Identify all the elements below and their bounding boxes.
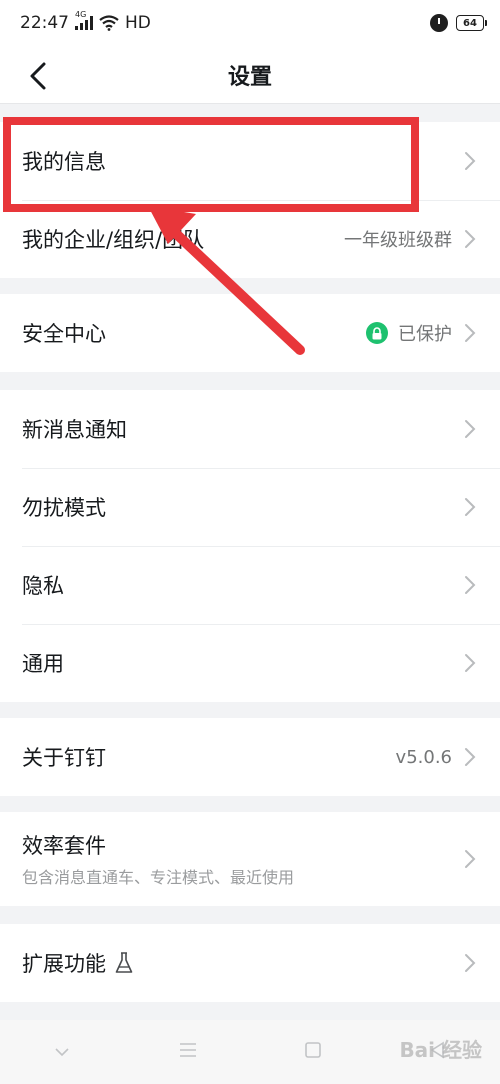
row-label: 扩展功能 — [22, 952, 106, 976]
settings-row-notifications[interactable]: 新消息通知 — [0, 390, 500, 468]
row-label: 关于钉钉 — [22, 746, 106, 770]
back-button[interactable] — [18, 56, 58, 96]
account-group: 我的信息 我的企业/组织/团队 一年级班级群 — [0, 122, 500, 278]
page-title: 设置 — [227, 65, 272, 90]
version-value: v5.0.6 — [395, 746, 452, 768]
settings-row-security-center[interactable]: 安全中心 已保护 — [0, 294, 500, 372]
settings-row-extensions[interactable]: 扩展功能 — [0, 924, 500, 1002]
chevron-right-icon — [462, 849, 478, 869]
extensions-group: 扩展功能 — [0, 924, 500, 1002]
row-label: 新消息通知 — [22, 418, 127, 442]
battery-icon: 64 — [456, 15, 487, 31]
security-status: 已保护 — [398, 324, 452, 345]
chevron-right-icon — [462, 419, 478, 439]
hd-label: HD — [125, 13, 151, 33]
settings-row-privacy[interactable]: 隐私 — [0, 546, 500, 624]
status-bar: 22:47 4G HD 64 — [0, 0, 500, 46]
row-label: 勿扰模式 — [22, 496, 106, 520]
nav-bar: 设置 — [0, 46, 500, 104]
settings-row-about[interactable]: 关于钉钉 v5.0.6 — [0, 718, 500, 796]
row-label: 通用 — [22, 652, 64, 676]
settings-row-my-info[interactable]: 我的信息 — [0, 122, 500, 200]
settings-row-general[interactable]: 通用 — [0, 624, 500, 702]
lock-icon — [366, 322, 388, 344]
chevron-right-icon — [462, 653, 478, 673]
chevron-right-icon — [462, 497, 478, 517]
settings-row-dnd[interactable]: 勿扰模式 — [0, 468, 500, 546]
row-label: 安全中心 — [22, 322, 106, 346]
battery-level: 64 — [463, 17, 477, 29]
chevron-right-icon — [462, 229, 478, 249]
row-label: 我的信息 — [22, 150, 106, 174]
security-group: 安全中心 已保护 — [0, 294, 500, 372]
menu-icon[interactable] — [178, 1042, 198, 1062]
watermark-text: Bai 经验 — [399, 1038, 482, 1062]
signal-icon: 4G — [75, 10, 93, 30]
settings-row-my-org[interactable]: 我的企业/组织/团队 一年级班级群 — [0, 200, 500, 278]
settings-row-efficiency[interactable]: 效率套件 包含消息直通车、专注模式、最近使用 — [0, 812, 500, 906]
chevron-left-icon — [30, 62, 46, 90]
alarm-icon — [430, 14, 448, 32]
chevron-right-icon — [462, 323, 478, 343]
row-label: 效率套件 — [22, 834, 106, 858]
row-subtitle: 包含消息直通车、专注模式、最近使用 — [22, 868, 295, 887]
status-time: 22:47 — [20, 13, 69, 33]
flask-icon — [115, 952, 133, 973]
wifi-icon — [99, 15, 119, 31]
about-group: 关于钉钉 v5.0.6 — [0, 718, 500, 796]
chevron-right-icon — [462, 151, 478, 171]
efficiency-group: 效率套件 包含消息直通车、专注模式、最近使用 — [0, 812, 500, 906]
chevron-down-icon[interactable] — [53, 1043, 71, 1062]
row-label: 我的企业/组织/团队 — [22, 228, 205, 252]
row-label: 隐私 — [22, 574, 64, 598]
network-type: 4G — [75, 10, 87, 19]
home-icon[interactable] — [304, 1041, 322, 1063]
chevron-right-icon — [462, 575, 478, 595]
preferences-group: 新消息通知 勿扰模式 隐私 通用 — [0, 390, 500, 702]
chevron-right-icon — [462, 953, 478, 973]
org-name-value: 一年级班级群 — [344, 230, 452, 251]
chevron-right-icon — [462, 747, 478, 767]
